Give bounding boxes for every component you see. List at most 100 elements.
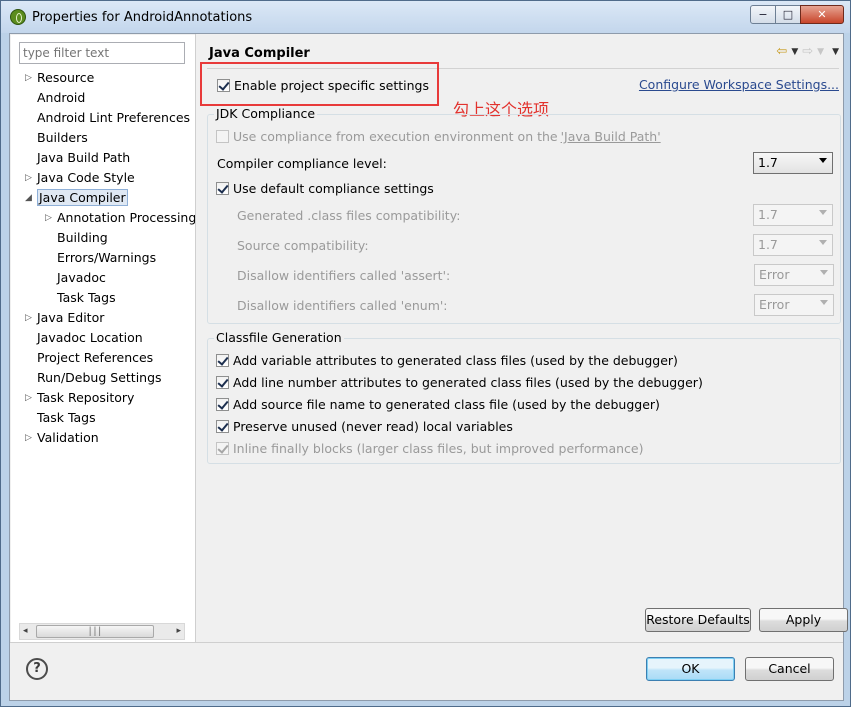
tree-item-label: Annotation Processing: [57, 210, 195, 225]
preference-tree[interactable]: ▷ Resource Android Android Lint Preferences…: [11, 68, 195, 478]
disallow-assert-label: Disallow identifiers called 'assert':: [237, 268, 451, 283]
tree-item[interactable]: Android: [25, 88, 85, 108]
checkbox-check-icon[interactable]: [217, 79, 230, 92]
tree-item-label: Project References: [37, 350, 154, 365]
configure-workspace-link[interactable]: Configure Workspace Settings...: [639, 77, 839, 92]
tree-expand-icon[interactable]: ▷: [25, 314, 33, 323]
checkbox-check-icon[interactable]: [216, 442, 229, 455]
scroll-right-icon[interactable]: ▸: [176, 626, 181, 636]
chevron-down-icon: [820, 300, 828, 305]
checkbox-check-icon[interactable]: [216, 376, 229, 389]
tree-item-label: Javadoc Location: [37, 330, 143, 345]
checkbox-check-icon[interactable]: [216, 398, 229, 411]
tree-item[interactable]: Task Tags: [25, 408, 96, 428]
tree-item[interactable]: ▷ Java Code Style: [25, 168, 135, 188]
footer-separator: [10, 642, 843, 643]
tree-item[interactable]: Run/Debug Settings: [25, 368, 162, 388]
tree-item-label: Task Tags: [37, 410, 96, 425]
disallow-enum-label: Disallow identifiers called 'enum':: [237, 298, 448, 313]
checkbox-check-icon[interactable]: [216, 354, 229, 367]
compliance-level-select[interactable]: 1.7: [753, 152, 833, 174]
use-default-compliance-checkbox[interactable]: Use default compliance settings: [216, 181, 434, 196]
source-compat-select[interactable]: 1.7: [753, 234, 833, 256]
disallow-assert-select[interactable]: Error: [754, 264, 834, 286]
tree-item[interactable]: ▷ Java Editor: [25, 308, 104, 328]
classfile-option-checkbox[interactable]: Add variable attributes to generated cla…: [216, 353, 678, 368]
tree-expand-icon[interactable]: ▷: [45, 214, 53, 223]
help-icon[interactable]: ?: [26, 658, 48, 680]
filter-input[interactable]: [19, 42, 185, 64]
tree-item[interactable]: ◢ Java Compiler: [25, 188, 128, 208]
back-arrow-icon[interactable]: ⇦: [776, 44, 787, 59]
scroll-left-icon[interactable]: ◂: [23, 626, 28, 636]
close-icon[interactable]: ✕: [800, 5, 844, 24]
tree-horizontal-scrollbar[interactable]: ◂ │││ ▸: [19, 623, 185, 640]
settings-panel: Java Compiler ⇦ ▼ ⇨ ▼ ▼ Enable project s…: [197, 34, 848, 642]
classfile-generation-group: Classfile Generation Add variable attrib…: [207, 330, 841, 464]
navigation-panel: ▷ Resource Android Android Lint Preferences…: [11, 35, 195, 642]
title-bar[interactable]: Properties for AndroidAnnotations − □ ✕: [1, 1, 850, 33]
classfile-option-checkbox[interactable]: Inline finally blocks (larger class file…: [216, 441, 644, 456]
dialog-client: ▷ Resource Android Android Lint Preferences…: [9, 33, 848, 701]
generated-compat-select[interactable]: 1.7: [753, 204, 833, 226]
scroll-thumb[interactable]: │││: [36, 625, 154, 638]
tree-item[interactable]: Java Build Path: [25, 148, 130, 168]
maximize-icon[interactable]: □: [775, 5, 801, 24]
tree-item[interactable]: Builders: [25, 128, 88, 148]
use-env-compliance-checkbox[interactable]: Use compliance from execution environmen…: [216, 129, 661, 144]
forward-dropdown-icon[interactable]: ▼: [817, 47, 824, 59]
chevron-down-icon: [819, 210, 827, 215]
tree-item-label: Java Code Style: [37, 170, 135, 185]
group-label: JDK Compliance: [214, 106, 318, 121]
tree-expand-icon[interactable]: ▷: [25, 394, 33, 403]
tree-item[interactable]: ▷ Validation: [25, 428, 99, 448]
tree-item[interactable]: ▷ Annotation Processing: [45, 208, 195, 228]
checkbox-check-icon[interactable]: [216, 182, 229, 195]
restore-defaults-button[interactable]: Restore Defaults: [645, 608, 751, 632]
tree-expand-icon[interactable]: ▷: [25, 174, 33, 183]
java-build-path-link[interactable]: 'Java Build Path': [561, 129, 661, 144]
window-controls: − □ ✕: [750, 5, 844, 25]
tree-item[interactable]: ▷ Resource: [25, 68, 94, 88]
tree-item-label: Builders: [37, 130, 88, 145]
checkbox-icon[interactable]: [216, 130, 229, 143]
view-menu-icon[interactable]: ▼: [832, 47, 839, 59]
tree-collapse-icon[interactable]: ◢: [25, 194, 33, 203]
tree-item-label: Errors/Warnings: [57, 250, 157, 265]
tree-item[interactable]: Task Tags: [45, 288, 116, 308]
tree-item[interactable]: Building: [45, 228, 108, 248]
checkbox-check-icon[interactable]: [216, 420, 229, 433]
back-dropdown-icon[interactable]: ▼: [791, 47, 798, 59]
minimize-icon[interactable]: −: [750, 5, 776, 24]
tree-item[interactable]: ▷ Task Repository: [25, 388, 134, 408]
tree-item[interactable]: Project References: [25, 348, 153, 368]
tree-expand-icon[interactable]: ▷: [25, 434, 33, 443]
tree-item-label: Javadoc: [57, 270, 106, 285]
chevron-down-icon: [820, 270, 828, 275]
tree-item-label: Android: [37, 90, 86, 105]
tree-item-label: Task Tags: [57, 290, 116, 305]
page-title: Java Compiler: [209, 46, 310, 61]
jdk-compliance-group: JDK Compliance Use compliance from execu…: [207, 106, 841, 324]
disallow-enum-select[interactable]: Error: [754, 294, 834, 316]
tree-item[interactable]: Errors/Warnings: [45, 248, 156, 268]
generated-compat-label: Generated .class files compatibility:: [237, 208, 461, 223]
tree-item[interactable]: Android Lint Preferences: [25, 108, 190, 128]
tree-item[interactable]: Javadoc: [45, 268, 106, 288]
classfile-option-checkbox[interactable]: Add line number attributes to generated …: [216, 375, 703, 390]
cancel-button[interactable]: Cancel: [745, 657, 834, 681]
panel-divider[interactable]: [195, 34, 196, 642]
tree-item-label: Resource: [37, 70, 95, 85]
apply-button[interactable]: Apply: [759, 608, 848, 632]
tree-item-label: Building: [57, 230, 108, 245]
tree-item[interactable]: Javadoc Location: [25, 328, 143, 348]
forward-arrow-icon[interactable]: ⇨: [802, 44, 813, 59]
enable-project-specific-checkbox[interactable]: Enable project specific settings: [217, 78, 429, 93]
classfile-option-checkbox[interactable]: Add source file name to generated class …: [216, 397, 660, 412]
tree-expand-icon[interactable]: ▷: [25, 74, 33, 83]
classfile-option-checkbox[interactable]: Preserve unused (never read) local varia…: [216, 419, 513, 434]
tree-item-label: Validation: [37, 430, 99, 445]
ok-button[interactable]: OK: [646, 657, 735, 681]
history-navigation: ⇦ ▼ ⇨ ▼ ▼: [776, 44, 839, 59]
tree-item-label: Task Repository: [37, 390, 135, 405]
